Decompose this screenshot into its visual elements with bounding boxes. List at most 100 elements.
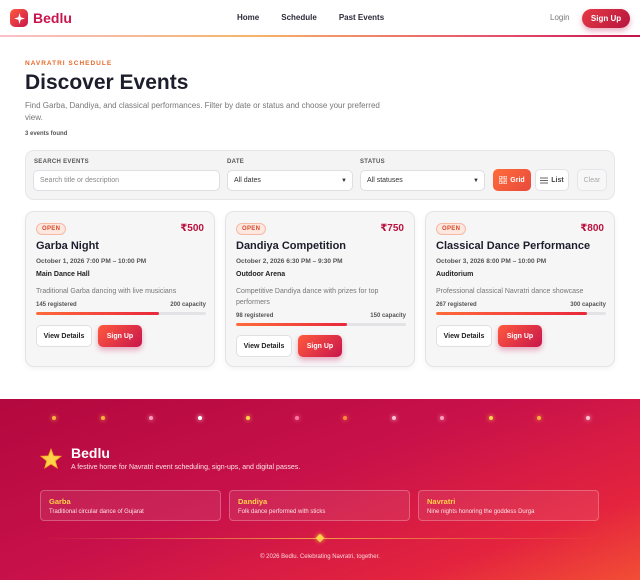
event-description: Competitive Dandiya dance with prizes fo… [236,288,379,306]
status-select[interactable]: All statuses ▼ [360,170,485,191]
event-date: October 2, 2026 6:30 PM – 9:30 PM [236,258,343,265]
chevron-down-icon: ▼ [473,178,479,184]
event-date: October 3, 2026 8:00 PM – 10:00 PM [436,258,547,265]
light-bulb [585,416,590,420]
page-subtitle: Find Garba, Dandiya, and classical perfo… [25,101,380,122]
view-details-button[interactable]: View Details [436,325,492,347]
nav-home[interactable]: Home [237,13,259,22]
event-card: OPEN ₹500 Garba Night October 1, 2026 7:… [25,211,215,367]
registration-progress-fill [236,323,347,326]
list-view-label: List [551,176,564,184]
event-signup-button[interactable]: Sign Up [498,325,542,347]
status-select-value: All statuses [367,177,403,184]
search-label: SEARCH EVENTS [34,159,89,165]
event-venue: Main Dance Hall [36,271,90,278]
header-signup-button[interactable]: Sign Up [582,9,630,28]
event-title: Dandiya Competition [236,240,347,252]
light-bulb [537,416,541,420]
list-view-button[interactable]: List [535,169,569,191]
event-price: ₹500 [180,223,204,234]
capacity-count: 300 capacity [570,302,606,308]
info-card-desc: Folk dance performed with sticks [238,509,326,515]
event-stats: 145 registered 200 capacity [36,302,206,308]
light-bulb [391,416,396,420]
footer-brand: Bedlu [71,445,110,461]
status-badge: OPEN [236,223,267,235]
light-bulb [488,416,493,420]
event-date: October 1, 2026 7:00 PM – 10:00 PM [36,258,147,265]
info-card-title: Dandiya [238,497,268,506]
event-title: Classical Dance Performance [436,240,591,252]
clear-filters-button[interactable]: Clear [577,169,607,191]
light-bulb [440,416,444,420]
star-icon [40,448,62,470]
date-select[interactable]: All dates ▼ [227,170,353,191]
info-card-dandiya: Dandiya Folk dance performed with sticks [229,490,410,521]
view-details-button[interactable]: View Details [36,325,92,347]
light-bulb [197,416,202,420]
event-title: Garba Night [36,240,99,252]
event-signup-button[interactable]: Sign Up [98,325,142,347]
light-bulb [149,416,153,420]
event-description: Traditional Garba dancing with live musi… [36,288,177,295]
brand-logo[interactable]: Bedlu [10,9,72,27]
registration-progress [236,323,406,326]
diamond-icon [315,533,325,543]
info-card-navratri: Navratri Nine nights honoring the goddes… [418,490,599,521]
capacity-count: 150 capacity [370,313,406,319]
header-divider [0,35,640,37]
list-icon [540,177,549,183]
registration-progress-fill [436,312,588,315]
date-label: DATE [227,159,245,165]
sparkle-logo-icon [10,9,28,27]
event-stats: 267 registered 300 capacity [436,302,606,308]
info-card-garba: Garba Traditional circular dance of Guja… [40,490,221,521]
main-nav: Home Schedule Past Events [237,13,406,22]
footer-tagline: A festive home for Navratri event schedu… [71,464,301,471]
light-bulb [294,416,299,420]
event-venue: Auditorium [436,271,474,278]
search-input[interactable]: Search title or description [33,170,220,191]
grid-view-button[interactable]: Grid [493,169,531,191]
registered-count: 145 registered [36,302,77,308]
footer-copyright: © 2026 Bedlu. Celebrating Navratri, toge… [260,554,380,560]
status-badge: OPEN [36,223,67,235]
light-bulb [52,416,56,420]
event-signup-button[interactable]: Sign Up [298,335,342,357]
registration-progress [436,312,606,315]
light-bulb [246,416,250,420]
site-footer: Bedlu A festive home for Navratri event … [0,399,640,580]
grid-icon [499,176,508,184]
event-card: OPEN ₹800 Classical Dance Performance Oc… [425,211,615,367]
event-stats: 98 registered 150 capacity [236,313,406,319]
registered-count: 98 registered [236,313,274,319]
status-label: STATUS [360,159,385,165]
page-title: Discover Events [25,71,189,94]
registration-progress [36,312,206,315]
filter-bar: SEARCH EVENTS Search title or descriptio… [25,150,615,200]
light-bulb [100,416,105,420]
registered-count: 267 registered [436,302,477,308]
section-eyebrow: NAVRATRI SCHEDULE [25,60,113,67]
status-badge: OPEN [436,223,467,235]
nav-past-events[interactable]: Past Events [339,13,384,22]
info-card-title: Navratri [427,497,456,506]
info-card-desc: Nine nights honoring the goddess Durga [427,509,535,515]
info-card-desc: Traditional circular dance of Gujarat [49,509,144,515]
event-price: ₹750 [380,223,404,234]
capacity-count: 200 capacity [170,302,206,308]
info-card-title: Garba [49,497,71,506]
nav-schedule[interactable]: Schedule [281,13,317,22]
brand-name: Bedlu [33,10,72,26]
top-header: Bedlu Home Schedule Past Events Login Si… [0,0,640,36]
light-bulb [343,416,347,420]
chevron-down-icon: ▼ [341,178,347,184]
event-price: ₹800 [580,223,604,234]
login-link[interactable]: Login [550,13,570,22]
date-select-value: All dates [234,177,261,184]
event-description: Professional classical Navratri dance sh… [436,288,584,295]
view-details-button[interactable]: View Details [236,335,292,357]
grid-view-label: Grid [510,176,525,184]
event-card: OPEN ₹750 Dandiya Competition October 2,… [225,211,415,367]
results-count: 3 events found [25,131,68,137]
